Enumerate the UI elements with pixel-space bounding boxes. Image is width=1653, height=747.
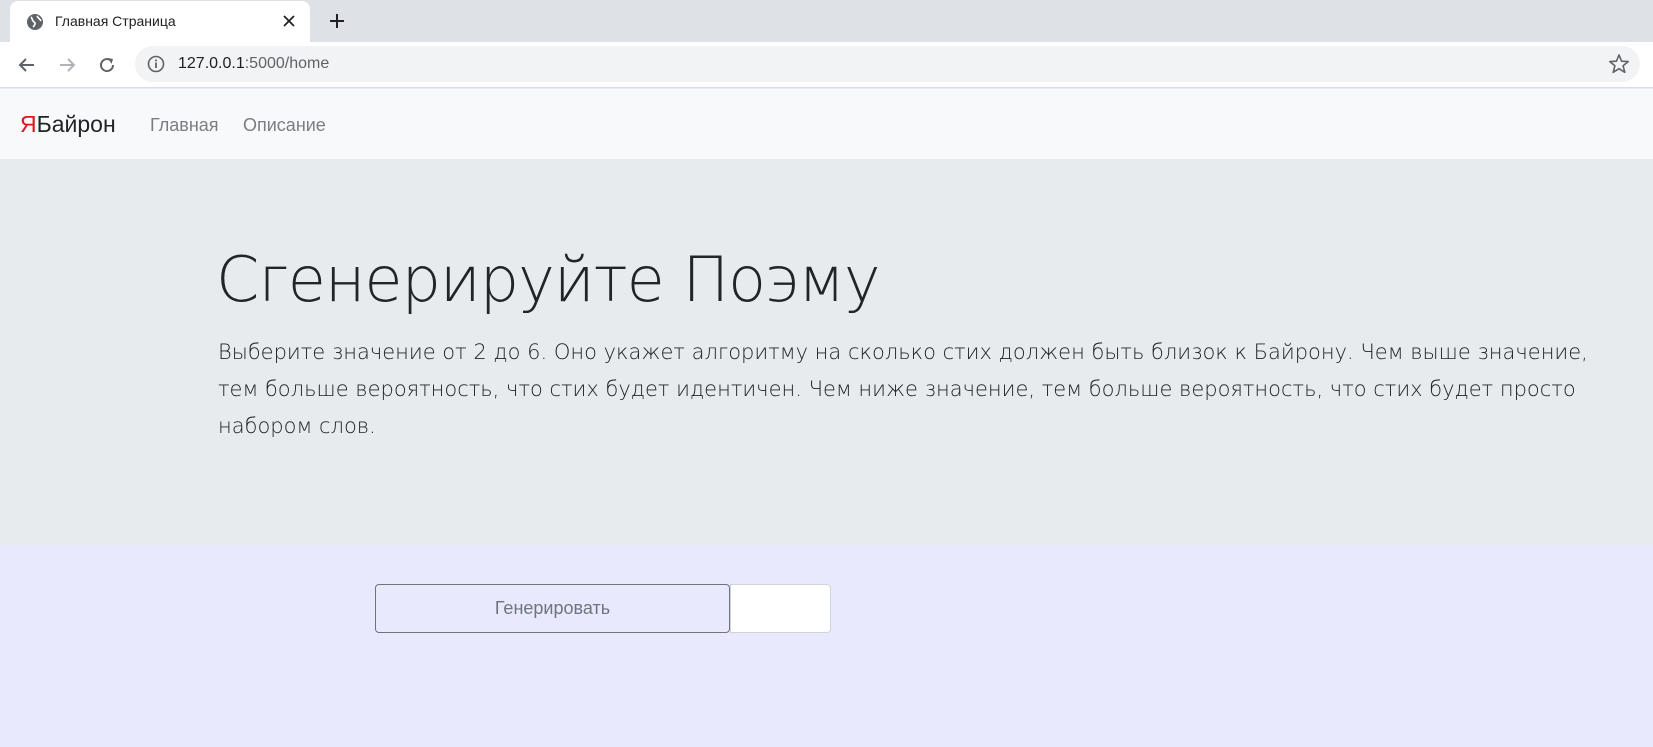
brand-ya: Я bbox=[20, 111, 37, 137]
tab-title: Главная Страница bbox=[55, 13, 176, 29]
reload-icon[interactable] bbox=[95, 53, 119, 77]
bookmark-star-icon[interactable] bbox=[1608, 53, 1630, 75]
page-title: Сгенерируйте Поэму bbox=[216, 243, 881, 316]
nav-link-description[interactable]: Описание bbox=[243, 115, 326, 136]
address-bar[interactable]: 127.0.0.1:5000/home bbox=[135, 46, 1640, 82]
back-arrow-icon[interactable] bbox=[15, 53, 39, 77]
url-text[interactable]: 127.0.0.1:5000/home bbox=[178, 55, 329, 73]
brand-name: Байрон bbox=[36, 111, 116, 137]
browser-tabstrip: Главная Страница bbox=[0, 0, 1653, 42]
browser-tab[interactable]: Главная Страница bbox=[10, 1, 310, 42]
site-navbar: ЯБайрон Главная Описание bbox=[0, 89, 1653, 159]
jumbotron: Сгенерируйте Поэму Выберите значение от … bbox=[0, 159, 1653, 545]
nav-link-home[interactable]: Главная bbox=[150, 115, 219, 136]
browser-toolbar: 127.0.0.1:5000/home bbox=[0, 42, 1653, 88]
value-input[interactable] bbox=[730, 584, 831, 633]
url-host: 127.0.0.1 bbox=[178, 55, 245, 72]
new-tab-icon[interactable] bbox=[326, 10, 348, 32]
generate-button[interactable]: Генерировать bbox=[375, 584, 730, 633]
brand-logo[interactable]: ЯБайрон bbox=[20, 111, 116, 138]
info-icon[interactable] bbox=[147, 55, 165, 73]
close-icon[interactable] bbox=[280, 12, 298, 30]
globe-icon bbox=[27, 14, 43, 30]
lead-text: Выберите значение от 2 до 6. Оно укажет … bbox=[218, 340, 1588, 438]
url-path: :5000/home bbox=[244, 55, 330, 72]
forward-arrow-icon[interactable] bbox=[55, 53, 79, 77]
